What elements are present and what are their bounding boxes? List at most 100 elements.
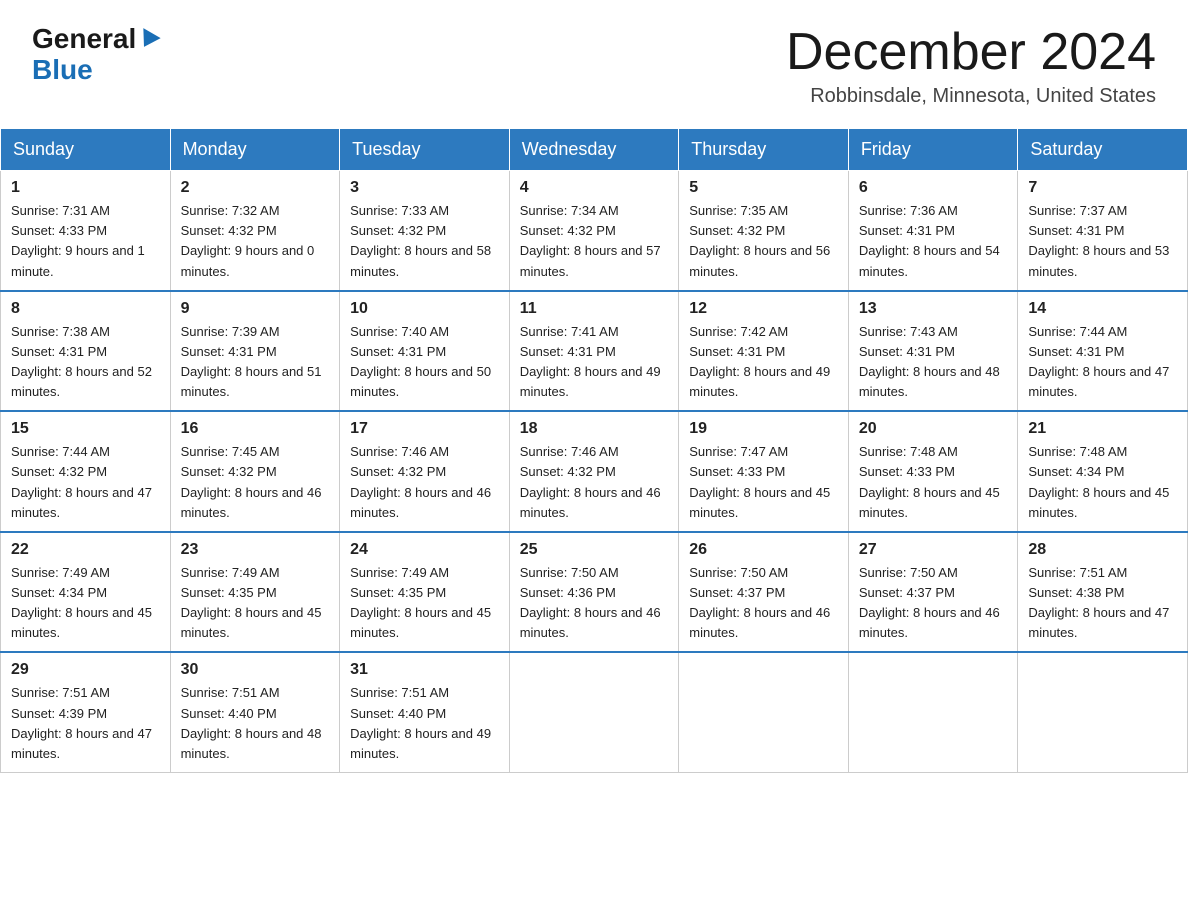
col-friday: Friday — [848, 129, 1018, 171]
sunrise-label: Sunrise: 7:42 AM — [689, 324, 788, 339]
table-row: 30 Sunrise: 7:51 AM Sunset: 4:40 PM Dayl… — [170, 652, 340, 772]
day-info: Sunrise: 7:40 AM Sunset: 4:31 PM Dayligh… — [350, 322, 499, 403]
daylight-label: Daylight: 8 hours and 54 minutes. — [859, 243, 1000, 278]
location: Robbinsdale, Minnesota, United States — [786, 85, 1156, 108]
table-row: 4 Sunrise: 7:34 AM Sunset: 4:32 PM Dayli… — [509, 171, 679, 291]
table-row: 16 Sunrise: 7:45 AM Sunset: 4:32 PM Dayl… — [170, 411, 340, 532]
sunset-label: Sunset: 4:35 PM — [181, 585, 277, 600]
sunset-label: Sunset: 4:35 PM — [350, 585, 446, 600]
day-number: 16 — [181, 420, 330, 438]
day-number: 9 — [181, 300, 330, 318]
sunset-label: Sunset: 4:32 PM — [520, 464, 616, 479]
day-info: Sunrise: 7:51 AM Sunset: 4:38 PM Dayligh… — [1028, 563, 1177, 644]
day-number: 31 — [350, 661, 499, 679]
day-number: 17 — [350, 420, 499, 438]
day-info: Sunrise: 7:34 AM Sunset: 4:32 PM Dayligh… — [520, 201, 669, 282]
col-wednesday: Wednesday — [509, 129, 679, 171]
daylight-label: Daylight: 8 hours and 45 minutes. — [859, 485, 1000, 520]
sunrise-label: Sunrise: 7:49 AM — [11, 565, 110, 580]
logo-general-text: General — [32, 23, 136, 54]
table-row: 7 Sunrise: 7:37 AM Sunset: 4:31 PM Dayli… — [1018, 171, 1188, 291]
day-info: Sunrise: 7:37 AM Sunset: 4:31 PM Dayligh… — [1028, 201, 1177, 282]
table-row: 29 Sunrise: 7:51 AM Sunset: 4:39 PM Dayl… — [1, 652, 171, 772]
daylight-label: Daylight: 8 hours and 45 minutes. — [181, 605, 322, 640]
table-row: 24 Sunrise: 7:49 AM Sunset: 4:35 PM Dayl… — [340, 532, 510, 653]
page-wrapper: General Blue December 2024 Robbinsdale, … — [0, 0, 1188, 773]
table-row — [509, 652, 679, 772]
calendar-week-row: 1 Sunrise: 7:31 AM Sunset: 4:33 PM Dayli… — [1, 171, 1188, 291]
daylight-label: Daylight: 8 hours and 45 minutes. — [350, 605, 491, 640]
table-row: 11 Sunrise: 7:41 AM Sunset: 4:31 PM Dayl… — [509, 291, 679, 412]
day-number: 3 — [350, 179, 499, 197]
table-row: 17 Sunrise: 7:46 AM Sunset: 4:32 PM Dayl… — [340, 411, 510, 532]
table-row: 28 Sunrise: 7:51 AM Sunset: 4:38 PM Dayl… — [1018, 532, 1188, 653]
day-info: Sunrise: 7:39 AM Sunset: 4:31 PM Dayligh… — [181, 322, 330, 403]
daylight-label: Daylight: 8 hours and 56 minutes. — [689, 243, 830, 278]
sunrise-label: Sunrise: 7:33 AM — [350, 203, 449, 218]
sunrise-label: Sunrise: 7:39 AM — [181, 324, 280, 339]
day-number: 10 — [350, 300, 499, 318]
daylight-label: Daylight: 8 hours and 46 minutes. — [520, 605, 661, 640]
day-info: Sunrise: 7:33 AM Sunset: 4:32 PM Dayligh… — [350, 201, 499, 282]
table-row: 13 Sunrise: 7:43 AM Sunset: 4:31 PM Dayl… — [848, 291, 1018, 412]
day-info: Sunrise: 7:48 AM Sunset: 4:34 PM Dayligh… — [1028, 442, 1177, 523]
sunrise-label: Sunrise: 7:47 AM — [689, 444, 788, 459]
table-row: 9 Sunrise: 7:39 AM Sunset: 4:31 PM Dayli… — [170, 291, 340, 412]
sunrise-label: Sunrise: 7:35 AM — [689, 203, 788, 218]
day-info: Sunrise: 7:50 AM Sunset: 4:37 PM Dayligh… — [689, 563, 838, 644]
header: General Blue December 2024 Robbinsdale, … — [0, 0, 1188, 120]
day-info: Sunrise: 7:42 AM Sunset: 4:31 PM Dayligh… — [689, 322, 838, 403]
col-tuesday: Tuesday — [340, 129, 510, 171]
sunset-label: Sunset: 4:31 PM — [520, 344, 616, 359]
day-info: Sunrise: 7:41 AM Sunset: 4:31 PM Dayligh… — [520, 322, 669, 403]
calendar-week-row: 29 Sunrise: 7:51 AM Sunset: 4:39 PM Dayl… — [1, 652, 1188, 772]
sunset-label: Sunset: 4:32 PM — [520, 223, 616, 238]
col-saturday: Saturday — [1018, 129, 1188, 171]
day-number: 8 — [11, 300, 160, 318]
day-info: Sunrise: 7:51 AM Sunset: 4:40 PM Dayligh… — [181, 683, 330, 764]
sunset-label: Sunset: 4:40 PM — [181, 706, 277, 721]
day-number: 14 — [1028, 300, 1177, 318]
day-number: 28 — [1028, 541, 1177, 559]
table-row: 31 Sunrise: 7:51 AM Sunset: 4:40 PM Dayl… — [340, 652, 510, 772]
table-row — [1018, 652, 1188, 772]
table-row — [679, 652, 849, 772]
daylight-label: Daylight: 8 hours and 45 minutes. — [1028, 485, 1169, 520]
sunrise-label: Sunrise: 7:51 AM — [181, 685, 280, 700]
daylight-label: Daylight: 8 hours and 46 minutes. — [520, 485, 661, 520]
daylight-label: Daylight: 8 hours and 49 minutes. — [350, 726, 491, 761]
day-info: Sunrise: 7:49 AM Sunset: 4:34 PM Dayligh… — [11, 563, 160, 644]
day-number: 30 — [181, 661, 330, 679]
daylight-label: Daylight: 8 hours and 46 minutes. — [689, 605, 830, 640]
daylight-label: Daylight: 8 hours and 57 minutes. — [520, 243, 661, 278]
calendar-header-row: Sunday Monday Tuesday Wednesday Thursday… — [1, 129, 1188, 171]
day-number: 19 — [689, 420, 838, 438]
sunset-label: Sunset: 4:39 PM — [11, 706, 107, 721]
day-number: 11 — [520, 300, 669, 318]
daylight-label: Daylight: 8 hours and 51 minutes. — [181, 364, 322, 399]
table-row: 10 Sunrise: 7:40 AM Sunset: 4:31 PM Dayl… — [340, 291, 510, 412]
table-row: 20 Sunrise: 7:48 AM Sunset: 4:33 PM Dayl… — [848, 411, 1018, 532]
calendar-table: Sunday Monday Tuesday Wednesday Thursday… — [0, 128, 1188, 773]
day-number: 7 — [1028, 179, 1177, 197]
day-number: 26 — [689, 541, 838, 559]
sunrise-label: Sunrise: 7:38 AM — [11, 324, 110, 339]
day-info: Sunrise: 7:43 AM Sunset: 4:31 PM Dayligh… — [859, 322, 1008, 403]
day-number: 25 — [520, 541, 669, 559]
sunrise-label: Sunrise: 7:45 AM — [181, 444, 280, 459]
calendar-week-row: 8 Sunrise: 7:38 AM Sunset: 4:31 PM Dayli… — [1, 291, 1188, 412]
calendar-week-row: 22 Sunrise: 7:49 AM Sunset: 4:34 PM Dayl… — [1, 532, 1188, 653]
table-row: 12 Sunrise: 7:42 AM Sunset: 4:31 PM Dayl… — [679, 291, 849, 412]
day-number: 21 — [1028, 420, 1177, 438]
day-info: Sunrise: 7:35 AM Sunset: 4:32 PM Dayligh… — [689, 201, 838, 282]
table-row: 6 Sunrise: 7:36 AM Sunset: 4:31 PM Dayli… — [848, 171, 1018, 291]
sunrise-label: Sunrise: 7:51 AM — [11, 685, 110, 700]
logo-blue-text: Blue — [32, 54, 93, 85]
sunset-label: Sunset: 4:31 PM — [689, 344, 785, 359]
day-number: 20 — [859, 420, 1008, 438]
day-number: 22 — [11, 541, 160, 559]
sunset-label: Sunset: 4:33 PM — [11, 223, 107, 238]
logo-line1: General — [32, 24, 158, 55]
sunrise-label: Sunrise: 7:46 AM — [350, 444, 449, 459]
sunset-label: Sunset: 4:34 PM — [11, 585, 107, 600]
